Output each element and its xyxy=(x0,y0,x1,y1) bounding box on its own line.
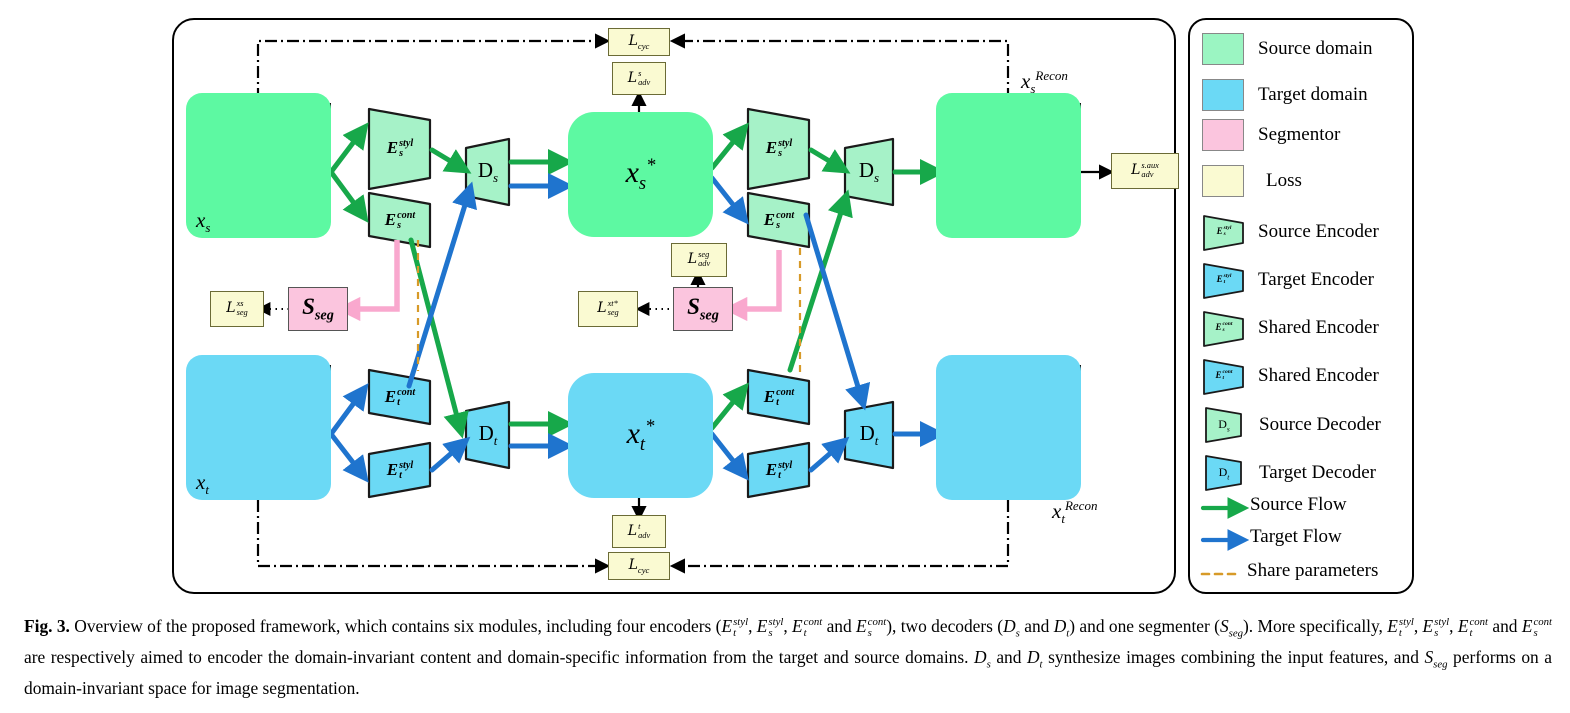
segmentor-left: Sseg xyxy=(288,287,348,331)
legend-source-decoder: Ds Source Decoder xyxy=(1206,408,1381,442)
trapezoid-blue-icon: Econt t xyxy=(1215,369,1233,382)
legend-label: Source Decoder xyxy=(1259,414,1381,435)
encoder-t-cont-left: Econt t xyxy=(384,386,416,409)
caption-text-6: synthesize images combining the input fe… xyxy=(1042,646,1425,667)
legend-target-domain: Target domain xyxy=(1202,79,1368,111)
encoder-s-cont-right: Econt s xyxy=(763,209,795,232)
segmentor-center: Sseg xyxy=(673,287,733,331)
trapezoid-blue-icon: Estyl t xyxy=(1216,273,1232,286)
decoder-ds-left: Ds xyxy=(477,157,499,186)
source-recon-label: xsRecon xyxy=(1021,68,1068,97)
legend-label: Target domain xyxy=(1258,84,1368,105)
legend-target-decoder: Dt Target Decoder xyxy=(1206,456,1376,490)
figure-label: Fig. 3. xyxy=(24,616,70,636)
decoder-ds-right: Ds xyxy=(858,157,880,186)
legend-target-encoder: Estyl t Target Encoder xyxy=(1204,264,1374,296)
legend-label: Shared Encoder xyxy=(1258,365,1379,386)
encoder-t-styl-left: Estyl t xyxy=(386,459,414,482)
caption-text-2: ), two decoders ( xyxy=(886,616,1004,636)
target-input-label: xt xyxy=(196,470,209,498)
decoder-dt-right: Dt xyxy=(859,420,879,449)
source-recon-block xyxy=(936,93,1081,238)
caption-text-1: Overview of the proposed framework, whic… xyxy=(74,616,722,636)
trapezoid-green-icon: Econt s xyxy=(1215,321,1233,334)
legend-source-encoder: Estyl s Source Encoder xyxy=(1204,216,1379,248)
loss-cyc-bottom: Lcyc xyxy=(608,552,670,580)
legend-share-params: Share parameters xyxy=(1247,560,1378,582)
legend-target-flow: Target Flow xyxy=(1250,526,1342,548)
trapezoid-green-icon: Ds xyxy=(1218,416,1230,434)
legend-source-domain: Source domain xyxy=(1202,33,1373,65)
swatch-blue-icon xyxy=(1202,79,1244,111)
target-recon-label: xtRecon xyxy=(1052,498,1098,527)
encoder-s-styl-left: Estyl s xyxy=(386,137,414,160)
encoder-s-cont-left: Econt s xyxy=(384,209,416,232)
caption-text-3: ) and one segmenter ( xyxy=(1069,616,1220,636)
legend-label: Target Encoder xyxy=(1258,269,1374,290)
loss-seg-xt-star: Lxt* seg xyxy=(578,291,638,327)
legend-label: Source Encoder xyxy=(1258,221,1379,242)
legend-label: Loss xyxy=(1266,170,1302,191)
legend-segmentor: Segmentor xyxy=(1202,119,1340,151)
loss-adv-seg: Lseg adv xyxy=(671,243,727,277)
legend-source-flow: Source Flow xyxy=(1250,494,1347,516)
legend-label: Target Decoder xyxy=(1259,462,1377,483)
decoder-dt-left: Dt xyxy=(478,420,498,449)
legend-label: Share parameters xyxy=(1247,560,1379,581)
legend-shared-encoder-t: Econt t Shared Encoder xyxy=(1204,360,1379,392)
legend-label: Target Flow xyxy=(1250,526,1342,547)
encoder-t-cont-right: Econt t xyxy=(763,386,795,409)
caption-text-4: ). More specifically, xyxy=(1243,616,1388,636)
loss-adv-s: Ls adv xyxy=(612,62,666,95)
legend-label: Segmentor xyxy=(1258,124,1341,145)
loss-seg-xs: Lxs seg xyxy=(210,291,264,327)
encoder-s-styl-right: Estyl s xyxy=(765,137,793,160)
legend-label: Shared Encoder xyxy=(1258,317,1379,338)
caption-text-5: are respectively aimed to encoder the do… xyxy=(24,646,975,667)
figure-caption: Fig. 3. Overview of the proposed framewo… xyxy=(24,616,1553,698)
encoder-t-styl-right: Estyl t xyxy=(765,459,793,482)
source-synth-block: xs* xyxy=(568,112,713,237)
legend-label: Source domain xyxy=(1258,38,1373,59)
target-recon-block xyxy=(936,355,1081,500)
swatch-green-icon xyxy=(1202,33,1244,65)
swatch-pink-icon xyxy=(1202,119,1244,151)
legend-shared-encoder-s: Econt s Shared Encoder xyxy=(1204,312,1379,344)
legend-label: Source Flow xyxy=(1250,494,1347,515)
target-synth-block: xt* xyxy=(568,373,713,498)
legend-loss: Loss xyxy=(1202,165,1302,197)
loss-cyc-top: Lcyc xyxy=(608,28,670,56)
trapezoid-blue-icon: Dt xyxy=(1218,464,1230,482)
loss-adv-t: Lt adv xyxy=(612,515,666,548)
source-input-label: xs xyxy=(196,208,211,236)
swatch-yellow-icon xyxy=(1202,165,1244,197)
trapezoid-green-icon: Estyl s xyxy=(1216,225,1232,238)
loss-adv-s-aux: Ls.aux adv xyxy=(1111,153,1179,189)
